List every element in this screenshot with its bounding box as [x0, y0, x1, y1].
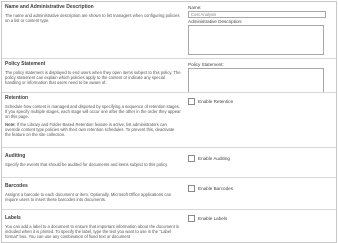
labels-description: You can add a label to a document to ens… — [5, 224, 179, 239]
retention-description: Schedule how content is managed and disp… — [5, 104, 181, 119]
auditing-section: Auditing Specify the events that should … — [2, 147, 336, 178]
enable-labels-option[interactable]: Enable Labels — [188, 215, 328, 222]
auditing-title: Auditing — [5, 153, 26, 159]
policy-settings-form: Name and Administrative Description The … — [1, 1, 337, 243]
enable-retention-option[interactable]: Enable Retention — [188, 98, 328, 105]
enable-auditing-option[interactable]: Enable Auditing — [188, 155, 328, 162]
labels-section: Labels You can add a label to a document… — [2, 209, 336, 242]
labels-title: Labels — [5, 215, 21, 221]
enable-barcodes-checkbox[interactable] — [188, 185, 195, 192]
barcodes-description: Assigns a barcode to each document or it… — [5, 192, 172, 202]
enable-labels-label: Enable Labels — [198, 216, 228, 221]
retention-description-block: Schedule how content is managed and disp… — [5, 104, 181, 137]
enable-auditing-checkbox[interactable] — [188, 155, 195, 162]
policy-statement-textarea[interactable] — [188, 68, 324, 93]
enable-retention-checkbox[interactable] — [188, 98, 195, 105]
enable-retention-label: Enable Retention — [198, 99, 234, 104]
retention-title: Retention — [5, 95, 29, 101]
name-input[interactable]: Cost Analysis — [188, 11, 326, 18]
policy-statement-description: The policy statement is displayed to end… — [5, 70, 181, 85]
policy-statement-title: Policy Statement — [5, 61, 46, 67]
retention-note: Note: If the Library and Folder Based Re… — [5, 122, 181, 137]
retention-note-text: If the Library and Folder Based Retentio… — [5, 122, 175, 137]
policy-statement-section: Policy Statement The policy statement is… — [2, 58, 336, 93]
enable-barcodes-option[interactable]: Enable Barcodes — [188, 185, 328, 192]
enable-labels-checkbox[interactable] — [188, 215, 195, 222]
name-section-description: The name and administrative description … — [5, 13, 180, 23]
enable-auditing-label: Enable Auditing — [198, 156, 230, 161]
admin-description-textarea[interactable] — [188, 25, 324, 55]
name-section-title: Name and Administrative Description — [5, 4, 94, 10]
barcodes-section: Barcodes Assigns a barcode to each docum… — [2, 177, 336, 210]
enable-barcodes-label: Enable Barcodes — [198, 186, 233, 191]
name-section: Name and Administrative Description The … — [2, 2, 336, 58]
auditing-description: Specify the events that should be audite… — [5, 162, 169, 167]
barcodes-title: Barcodes — [5, 183, 28, 189]
